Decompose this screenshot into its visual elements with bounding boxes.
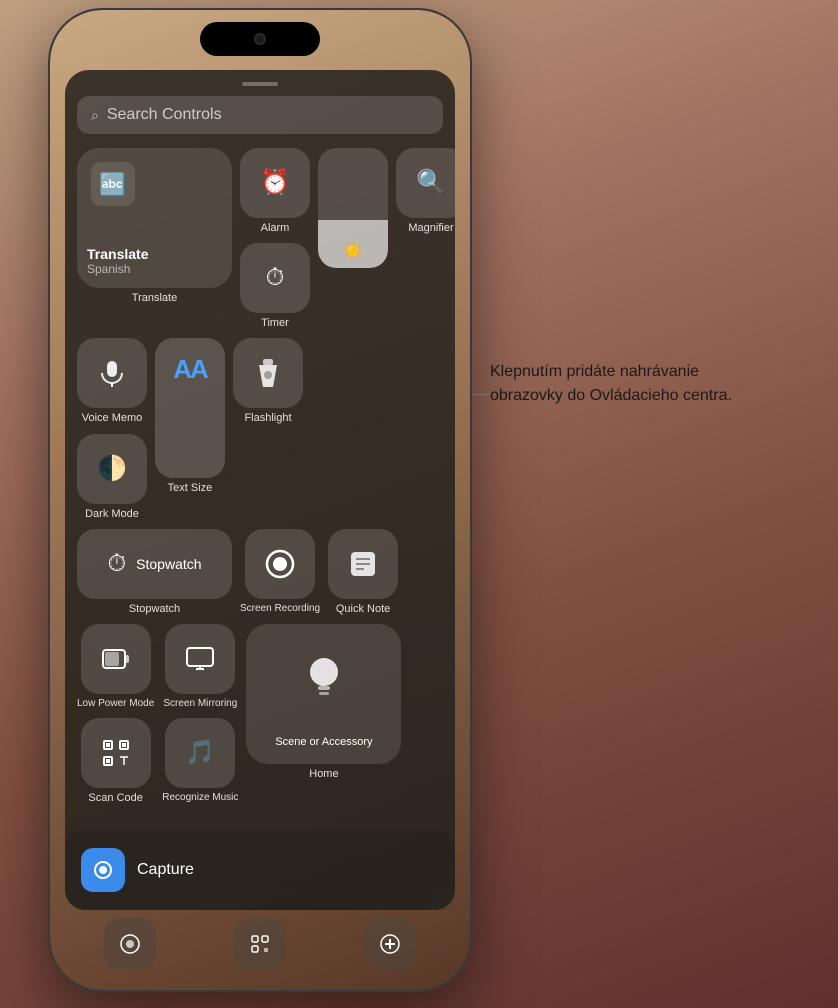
row-1: 🔤 Translate Spanish Translate	[77, 148, 443, 330]
alarm-timer-group: ⏰ Alarm ⏱ Timer	[240, 148, 310, 330]
screen-recording-label: Screen Recording	[240, 603, 320, 615]
text-size-label: Text Size	[168, 482, 213, 495]
low-scan-group: Low Power Mode	[77, 624, 154, 805]
recognize-music-icon: 🎵	[185, 741, 215, 765]
magnifier-item[interactable]: 🔍 Magnifier	[396, 148, 455, 330]
bottom-bar: Capture	[65, 830, 455, 910]
scene-label-inner: Scene or Accessory	[246, 736, 401, 752]
dynamic-island	[200, 22, 320, 56]
screen-mirroring-icon	[186, 647, 214, 671]
low-power-icon	[102, 649, 130, 669]
capture-icon	[92, 859, 114, 881]
scene-home-label: Home	[309, 768, 338, 781]
drag-handle	[242, 82, 278, 86]
voice-memo-icon-box[interactable]	[77, 338, 147, 408]
bottom-icon-1[interactable]	[104, 918, 156, 970]
low-power-label: Low Power Mode	[77, 698, 154, 710]
quick-note-icon	[349, 550, 377, 578]
recognize-music-icon-box[interactable]: 🎵	[165, 718, 235, 788]
callout-annotation: Klepnutím pridáte nahrávanie obrazovky d…	[490, 360, 770, 408]
low-power-item[interactable]: Low Power Mode	[77, 624, 154, 710]
text-size-icon-box[interactable]: AA	[155, 338, 225, 478]
alarm-item[interactable]: ⏰ Alarm	[240, 148, 310, 235]
translate-item[interactable]: 🔤 Translate Spanish Translate	[77, 148, 232, 330]
row-2: Voice Memo 🌓 Dark Mode	[77, 338, 443, 520]
capture-icon-box[interactable]	[81, 848, 125, 892]
timer-label: Timer	[261, 317, 289, 330]
bottom-icon-3[interactable]	[364, 918, 416, 970]
text-size-item[interactable]: AA Text Size	[155, 338, 225, 520]
svg-text:🔤: 🔤	[99, 172, 126, 197]
translate-icon: 🔤	[91, 162, 135, 211]
alarm-icon: ⏰	[260, 171, 290, 195]
screen-recording-item[interactable]: Screen Recording	[240, 529, 320, 616]
scan-code-icon	[103, 740, 129, 766]
magnifier-icon: 🔍	[416, 171, 446, 195]
stopwatch-icon-box[interactable]: ⏱ Stopwatch	[77, 529, 232, 599]
search-placeholder: Search Controls	[107, 106, 222, 124]
translate-text: Translate Spanish	[77, 246, 232, 276]
scan-code-label: Scan Code	[88, 792, 142, 805]
phone-screen: ⌕ Search Controls 🔤	[50, 10, 470, 990]
screen-recording-icon	[265, 549, 295, 579]
quick-note-icon-box[interactable]	[328, 529, 398, 599]
timer-item[interactable]: ⏱ Timer	[240, 243, 310, 330]
controls-grid: 🔤 Translate Spanish Translate	[77, 148, 443, 805]
voice-memo-label: Voice Memo	[82, 412, 143, 425]
magnifier-icon-box[interactable]: 🔍	[396, 148, 455, 218]
scene-bulb-icon	[304, 654, 344, 709]
text-size-visual: AA	[173, 354, 207, 385]
brightness-slider[interactable]: ☀️	[318, 148, 388, 268]
bottom-icons-row	[65, 918, 455, 970]
phone-frame: ⌕ Search Controls 🔤	[50, 10, 470, 990]
recognize-music-item[interactable]: 🎵 Recognize Music	[162, 718, 238, 804]
brightness-item[interactable]: ☀️	[318, 148, 388, 330]
screen-mirroring-label: Screen Mirroring	[163, 698, 237, 710]
quick-note-item[interactable]: Quick Note	[328, 529, 398, 616]
alarm-label: Alarm	[261, 222, 290, 235]
stopwatch-title: Stopwatch	[136, 556, 201, 572]
bottom-icon-2[interactable]	[234, 918, 286, 970]
quick-note-label: Quick Note	[336, 603, 390, 616]
translate-label: Translate	[132, 292, 177, 305]
voice-memo-icon	[98, 359, 126, 387]
row2-spacer	[311, 338, 381, 520]
timer-icon-box[interactable]: ⏱	[240, 243, 310, 313]
flashlight-label: Flashlight	[244, 412, 291, 425]
voice-dark-group: Voice Memo 🌓 Dark Mode	[77, 338, 147, 520]
screen-mirroring-icon-box[interactable]	[165, 624, 235, 694]
row-4: Low Power Mode	[77, 624, 443, 805]
screen-mirroring-item[interactable]: Screen Mirroring	[162, 624, 238, 710]
search-icon: ⌕	[91, 107, 99, 124]
stopwatch-icon: ⏱	[107, 552, 126, 576]
brightness-icon: ☀️	[342, 241, 364, 261]
alarm-icon-box[interactable]: ⏰	[240, 148, 310, 218]
flashlight-icon-box[interactable]	[233, 338, 303, 408]
scene-home-item[interactable]: Scene or Accessory Home	[246, 624, 401, 805]
voice-memo-item[interactable]: Voice Memo	[77, 338, 147, 425]
search-bar[interactable]: ⌕ Search Controls	[77, 96, 443, 134]
dark-mode-icon-box[interactable]: 🌓	[77, 434, 147, 504]
scan-code-icon-box[interactable]	[81, 718, 151, 788]
dark-mode-label: Dark Mode	[85, 508, 139, 521]
recognize-music-label: Recognize Music	[162, 792, 238, 804]
translate-icon-box[interactable]: 🔤 Translate Spanish	[77, 148, 232, 288]
dark-mode-item[interactable]: 🌓 Dark Mode	[77, 434, 147, 521]
camera	[254, 33, 266, 45]
scan-code-item[interactable]: Scan Code	[77, 718, 154, 805]
stopwatch-label: Stopwatch	[129, 603, 180, 616]
stopwatch-item[interactable]: ⏱ Stopwatch Stopwatch	[77, 529, 232, 616]
dark-mode-icon: 🌓	[97, 457, 127, 481]
scene-icon-box[interactable]: Scene or Accessory	[246, 624, 401, 764]
flashlight-item[interactable]: Flashlight	[233, 338, 303, 520]
mirror-music-group: Screen Mirroring 🎵 Recognize Music	[162, 624, 238, 805]
screen-recording-icon-box[interactable]	[245, 529, 315, 599]
capture-label: Capture	[137, 861, 194, 879]
low-power-icon-box[interactable]	[81, 624, 151, 694]
magnifier-label: Magnifier	[408, 222, 453, 235]
control-center: ⌕ Search Controls 🔤	[65, 70, 455, 910]
flashlight-icon	[256, 359, 280, 387]
row-3: ⏱ Stopwatch Stopwatch Scr	[77, 529, 443, 616]
timer-icon: ⏱	[266, 266, 285, 290]
